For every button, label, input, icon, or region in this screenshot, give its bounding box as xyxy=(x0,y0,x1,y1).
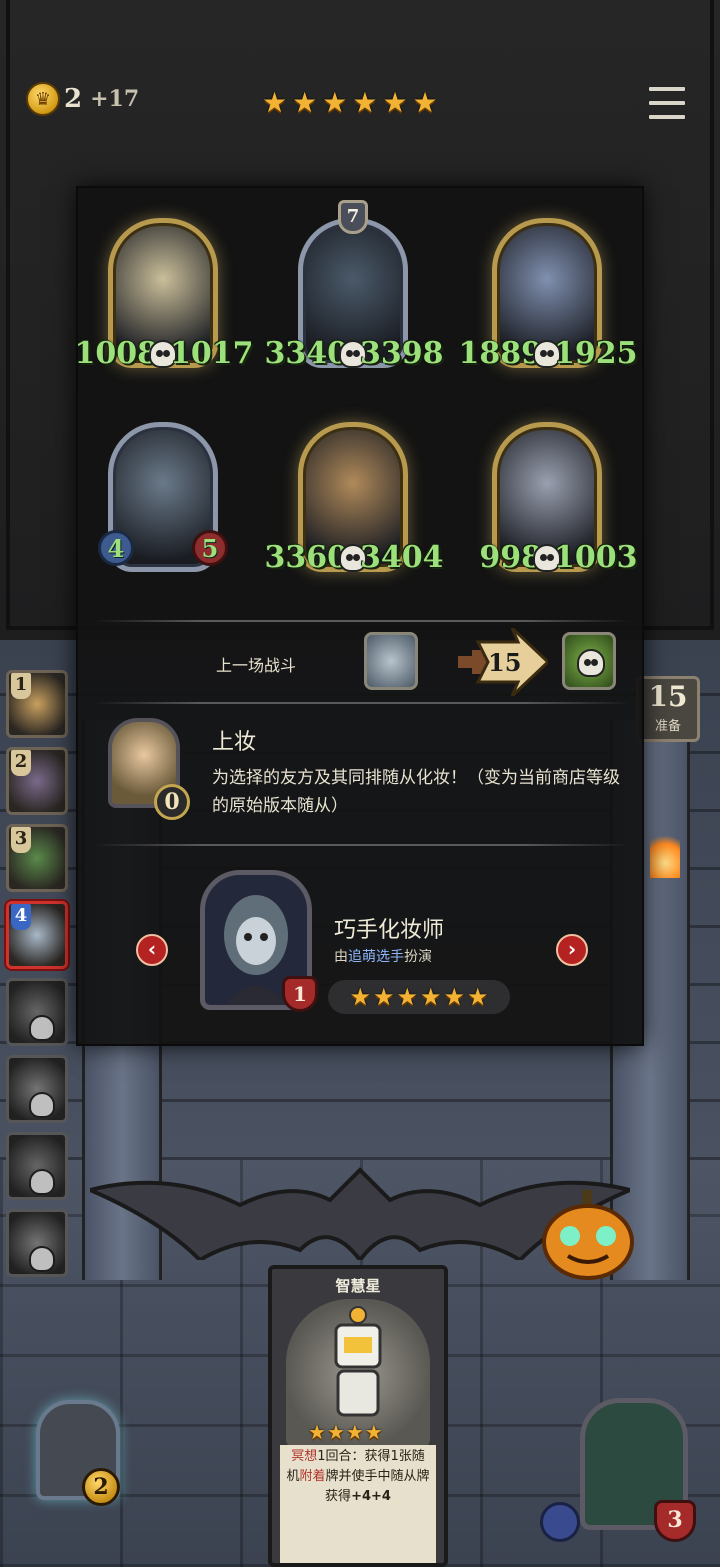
rank-number: 2 xyxy=(11,750,31,776)
played-by-line: 由追萌选手扮演 xyxy=(334,946,432,966)
pumpkin-icon[interactable] xyxy=(540,1190,636,1280)
tavern-tier-stars: ★ ★ ★ ★ ★ ★ xyxy=(262,88,438,118)
played-by-suffix: 扮演 xyxy=(404,949,432,965)
star-icon: ★ xyxy=(322,86,348,119)
skull-icon xyxy=(577,649,605,677)
keyword-attach: 附着 xyxy=(299,1469,326,1484)
star-icon: ★ xyxy=(412,86,438,119)
star-icon: ★ xyxy=(349,983,371,1011)
skull-icon xyxy=(29,1015,55,1041)
minion-attack: 1889 xyxy=(458,336,543,371)
crown-coin-icon: ♛ xyxy=(26,82,60,116)
coin-income: +17 xyxy=(90,86,140,112)
card-stars: ★ ★ ★ ★ xyxy=(308,1421,383,1443)
menu-bar-icon xyxy=(648,100,686,106)
star-icon: ★ xyxy=(467,983,489,1011)
hand-card[interactable]: 智慧星 ★ ★ ★ ★ 冥想1回合：获得1张随机附着牌并使手中随从牌获得+4+4 xyxy=(268,1265,448,1567)
last-battle-label: 上一场战斗 xyxy=(216,656,297,675)
leaderboard-player-slot[interactable]: 1 xyxy=(6,670,68,738)
leaderboard-player-slot[interactable] xyxy=(6,1132,68,1200)
leaderboard-player-slot[interactable]: 4 xyxy=(6,901,68,969)
attacker-portrait xyxy=(364,632,418,690)
star-icon: ★ xyxy=(396,983,418,1011)
lineup-minion[interactable]: 45 xyxy=(98,412,228,582)
star-icon: ★ xyxy=(345,1420,364,1444)
star-icon: ★ xyxy=(292,86,318,119)
keyword-meditate: 冥想 xyxy=(291,1449,318,1464)
played-by-prefix: 由 xyxy=(334,949,348,965)
turn-timer: 15 准备 xyxy=(636,676,700,742)
minion-attack: 3360 xyxy=(264,540,349,575)
timer-label: 准备 xyxy=(654,719,681,734)
tier-badge: 7 xyxy=(338,200,368,234)
leaderboard-player-slot[interactable] xyxy=(6,978,68,1046)
leaderboard-player-slot[interactable] xyxy=(6,1209,68,1277)
lineup-minion[interactable]: 3360 3404 xyxy=(265,412,444,582)
defender-portrait xyxy=(562,632,616,690)
coin-count: 2 xyxy=(64,84,83,114)
leaderboard-player-slot[interactable] xyxy=(6,1055,68,1123)
card-text-buff: +4+4 xyxy=(351,1489,391,1504)
hero-rank-stars: ★ ★ ★ ★ ★ ★ xyxy=(328,980,510,1014)
timer-value: 15 xyxy=(648,680,688,713)
card-text: 冥想1回合：获得1张随机附着牌并使手中随从牌获得+4+4 xyxy=(280,1445,436,1563)
star-icon: ★ xyxy=(443,983,466,1011)
previous-arrow-button[interactable]: ‹ xyxy=(136,934,168,966)
hero-name: 巧手化妆师 xyxy=(334,918,445,943)
star-icon: ★ xyxy=(382,86,408,119)
hero-power-button-cost: 2 xyxy=(82,1468,120,1506)
next-arrow-button[interactable]: › xyxy=(556,934,588,966)
divider xyxy=(94,620,630,622)
star-icon: ★ xyxy=(420,983,442,1011)
hero-health: 1 xyxy=(282,976,318,1012)
star-icon: ★ xyxy=(262,86,288,119)
damage-value: 15 xyxy=(488,648,522,677)
lineup-minion[interactable]: 7 3340 3398 xyxy=(265,200,444,378)
leaderboard-player-slot[interactable]: 2 xyxy=(6,747,68,815)
lineup-minion[interactable]: 998 1003 xyxy=(479,412,638,582)
lineup-minion[interactable]: 1889 1925 xyxy=(459,208,638,378)
skull-icon xyxy=(29,1169,55,1195)
star-icon: ★ xyxy=(326,1420,345,1444)
rank-number: 3 xyxy=(11,827,31,853)
rank-number: 1 xyxy=(11,673,31,699)
menu-bar-icon xyxy=(648,86,686,92)
minion-health: 1925 xyxy=(554,336,638,371)
rank-number: 4 xyxy=(11,904,31,930)
coin-display: ♛ 2 +17 xyxy=(26,80,139,118)
lineup-minion[interactable]: 1008 1017 xyxy=(75,208,254,378)
minion-health: 5 xyxy=(192,530,228,566)
star-icon: ★ xyxy=(364,1420,383,1444)
minion-health: 1003 xyxy=(554,540,638,575)
player-name: 追萌选手 xyxy=(348,949,404,965)
leaderboard-player-slot[interactable]: 3 xyxy=(6,824,68,892)
star-icon: ★ xyxy=(308,1420,326,1444)
star-icon: ★ xyxy=(372,983,395,1011)
minion-attack: 1008 xyxy=(74,336,159,371)
minion-health: 3398 xyxy=(360,336,444,371)
menu-button[interactable] xyxy=(648,86,686,120)
minion-attack: 4 xyxy=(98,530,134,566)
skull-icon xyxy=(29,1246,55,1272)
star-icon: ★ xyxy=(352,86,378,119)
divider xyxy=(94,702,630,704)
menu-bar-icon xyxy=(648,114,686,120)
opponent-info-popup: 1008 1017 7 3340 3398 1889 1925 4 5 3360 3404 998 10… xyxy=(75,186,646,1046)
minion-health: 3404 xyxy=(360,540,444,575)
torch-flame-icon xyxy=(650,828,680,878)
armor-shield-icon xyxy=(540,1502,580,1542)
minion-health: 1017 xyxy=(170,336,254,371)
minion-attack: 3340 xyxy=(264,336,349,371)
opponent-lineup: 1008 1017 7 3340 3398 1889 1925 4 5 3360 3404 998 10… xyxy=(75,200,646,608)
divider xyxy=(94,844,630,846)
card-title: 智慧星 xyxy=(335,1277,381,1295)
player-health: 3 xyxy=(654,1500,696,1542)
hero-power-cost: 0 xyxy=(154,784,190,820)
skull-icon xyxy=(29,1092,55,1118)
hero-power-description: 为选择的友方及其同排随从化妆！（变为当前商店等级的原始版本随从） xyxy=(212,768,620,816)
hero-power-title: 上妆 xyxy=(212,730,257,755)
